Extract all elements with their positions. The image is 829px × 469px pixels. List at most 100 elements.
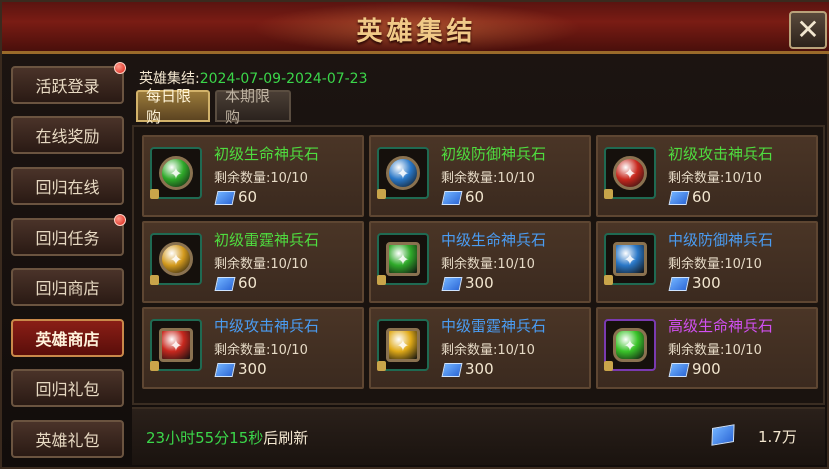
item-price: 60 (238, 188, 258, 206)
rune-glyph-icon: ✦ (396, 163, 410, 183)
item-remaining: 剩余数量:10/10 (214, 343, 308, 358)
rune-glyph-icon: ✦ (623, 163, 637, 183)
bound-lock-icon (377, 275, 386, 285)
item-icon-frame: ✦ (150, 147, 202, 199)
refresh-countdown: 23小时55分15秒 (146, 429, 264, 447)
shop-item-card[interactable]: ✦ 中级防御神兵石 剩余数量:10/10 300 (596, 221, 818, 303)
gem-icon: ✦ (159, 242, 193, 276)
item-price: 60 (238, 274, 258, 292)
sidebar-item-online-reward[interactable]: 在线奖励 (11, 116, 124, 154)
sidebar-item-label: 在线奖励 (35, 127, 100, 146)
item-icon-frame: ✦ (150, 319, 202, 371)
gem-icon: ✦ (159, 156, 193, 190)
item-name: 中级雷霆神兵石 (441, 317, 547, 335)
rune-glyph-icon: ✦ (623, 335, 637, 355)
rune-glyph-icon: ✦ (623, 249, 637, 269)
item-remaining: 剩余数量:10/10 (441, 257, 535, 272)
item-remaining: 剩余数量:10/10 (441, 171, 535, 186)
tab-label: 每日限购 (146, 87, 192, 126)
sidebar-item-label: 活跃登录 (35, 77, 100, 96)
shop-content: 英雄集结:2024-07-09-2024-07-23 每日限购 本期限购 ✦ 初级… (129, 57, 829, 469)
sidebar-item-return-task[interactable]: 回归任务 (11, 214, 126, 256)
item-remaining: 剩余数量:10/10 (441, 343, 535, 358)
shop-item-card[interactable]: ✦ 初级防御神兵石 剩余数量:10/10 60 (369, 135, 591, 217)
notification-dot-icon (114, 214, 126, 226)
sidebar-item-return-shop[interactable]: 回归商店 (11, 268, 124, 306)
item-name: 初级雷霆神兵石 (214, 231, 320, 249)
shop-item-card[interactable]: ✦ 初级生命神兵石 剩余数量:10/10 60 (142, 135, 364, 217)
sidebar-item-label: 回归任务 (35, 229, 100, 248)
ticket-currency-icon (214, 191, 236, 205)
ticket-currency-icon (214, 363, 236, 377)
bound-lock-icon (604, 275, 613, 285)
item-icon-frame: ✦ (150, 233, 202, 285)
item-price: 300 (692, 274, 721, 292)
shop-item-card[interactable]: ✦ 中级雷霆神兵石 剩余数量:10/10 300 (369, 307, 591, 389)
close-x-icon: ✕ (796, 13, 820, 46)
item-price: 900 (692, 360, 721, 378)
gem-icon: ✦ (613, 242, 647, 276)
item-price: 60 (465, 188, 485, 206)
item-price: 300 (465, 360, 494, 378)
rune-glyph-icon: ✦ (169, 335, 183, 355)
ticket-currency-icon (441, 277, 463, 291)
item-icon-frame: ✦ (604, 233, 656, 285)
item-name: 高级生命神兵石 (668, 317, 774, 335)
sidebar-item-label: 英雄礼包 (35, 431, 100, 450)
shop-item-card[interactable]: ✦ 高级生命神兵石 剩余数量:10/10 900 (596, 307, 818, 389)
item-price: 60 (692, 188, 712, 206)
tab-label: 本期限购 (225, 87, 271, 126)
bound-lock-icon (377, 361, 386, 371)
ticket-currency-icon (214, 277, 236, 291)
sidebar-item-hero-shop[interactable]: 英雄商店 (11, 319, 124, 357)
shop-item-card[interactable]: ✦ 中级生命神兵石 剩余数量:10/10 300 (369, 221, 591, 303)
sidebar-item-active-login[interactable]: 活跃登录 (11, 62, 126, 104)
bound-lock-icon (377, 189, 386, 199)
item-icon-frame: ✦ (377, 147, 429, 199)
gem-icon: ✦ (386, 242, 420, 276)
item-remaining: 剩余数量:10/10 (214, 171, 308, 186)
shop-item-card[interactable]: ✦ 初级攻击神兵石 剩余数量:10/10 60 (596, 135, 818, 217)
rune-glyph-icon: ✦ (396, 249, 410, 269)
bound-lock-icon (150, 361, 159, 371)
gem-icon: ✦ (386, 328, 420, 362)
sidebar-item-hero-pack[interactable]: 英雄礼包 (11, 420, 124, 458)
ticket-currency-icon (441, 363, 463, 377)
close-button[interactable]: ✕ (789, 11, 827, 49)
sidebar-item-return-pack[interactable]: 回归礼包 (11, 369, 124, 407)
item-name: 中级防御神兵石 (668, 231, 774, 249)
item-name: 初级防御神兵石 (441, 145, 547, 163)
item-remaining: 剩余数量:10/10 (668, 343, 762, 358)
gem-icon: ✦ (613, 328, 647, 362)
shop-item-card[interactable]: ✦ 初级雷霆神兵石 剩余数量:10/10 60 (142, 221, 364, 303)
sidebar-item-return-online[interactable]: 回归在线 (11, 167, 124, 205)
ticket-currency-icon (441, 191, 463, 205)
item-price: 300 (238, 360, 267, 378)
tab-period-limit[interactable]: 本期限购 (215, 87, 291, 126)
refresh-suffix: 后刷新 (263, 429, 309, 447)
title-bar: 英雄集结 ✕ (2, 2, 829, 54)
item-remaining: 剩余数量:10/10 (214, 257, 308, 272)
ticket-currency-icon (711, 424, 735, 446)
item-name: 初级生命神兵石 (214, 145, 320, 163)
event-window: 英雄集结 ✕ 活跃登录 在线奖励 回归在线 回归任务 回归商店 英雄商店 回归礼… (0, 0, 829, 469)
sidebar-item-label: 回归礼包 (35, 380, 100, 399)
bound-lock-icon (604, 361, 613, 371)
bound-lock-icon (150, 275, 159, 285)
gem-icon: ✦ (159, 328, 193, 362)
tab-daily-limit[interactable]: 每日限购 (136, 87, 210, 126)
gem-icon: ✦ (386, 156, 420, 190)
window-title: 英雄集结 (356, 17, 477, 47)
rune-glyph-icon: ✦ (169, 249, 183, 269)
item-icon-frame: ✦ (377, 233, 429, 285)
ticket-currency-icon (668, 277, 690, 291)
item-price: 300 (465, 274, 494, 292)
item-icon-frame: ✦ (604, 319, 656, 371)
gem-icon: ✦ (613, 156, 647, 190)
ticket-currency-icon (668, 191, 690, 205)
shop-item-card[interactable]: ✦ 中级攻击神兵石 剩余数量:10/10 300 (142, 307, 364, 389)
item-remaining: 剩余数量:10/10 (668, 257, 762, 272)
bound-lock-icon (150, 189, 159, 199)
sidebar: 活跃登录 在线奖励 回归在线 回归任务 回归商店 英雄商店 回归礼包 英雄礼包 (2, 57, 129, 469)
ticket-currency-icon (668, 363, 690, 377)
